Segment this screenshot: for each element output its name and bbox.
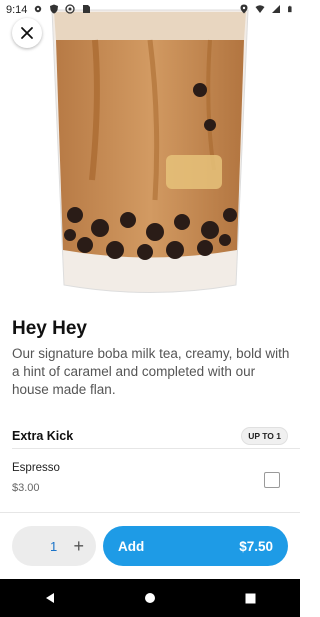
product-title: Hey Hey	[12, 318, 87, 339]
home-button[interactable]	[130, 583, 170, 613]
recents-button[interactable]	[230, 583, 270, 613]
status-bar: 9:14	[0, 0, 300, 20]
quantity-stepper: 1 +	[12, 526, 96, 566]
quantity-value: 1	[50, 538, 58, 554]
vpn-icon	[65, 3, 76, 17]
gear-icon	[33, 4, 43, 17]
add-to-order-button[interactable]: Add $7.50	[103, 526, 288, 566]
boba-milk-tea-image	[51, 9, 249, 293]
shield-icon	[49, 4, 59, 17]
location-icon	[239, 4, 249, 17]
option-item-espresso[interactable]: Espresso $3.00	[12, 462, 288, 502]
option-price: $3.00	[12, 482, 40, 494]
clock: 9:14	[6, 4, 28, 16]
sd-card-icon	[81, 4, 91, 17]
home-icon	[145, 593, 155, 603]
divider	[12, 448, 300, 449]
option-group-label: Extra Kick	[12, 429, 74, 443]
back-button[interactable]	[30, 583, 70, 613]
close-button[interactable]	[12, 18, 42, 48]
battery-icon	[287, 4, 294, 17]
limit-badge: UP TO 1	[241, 427, 288, 445]
recents-icon	[245, 593, 255, 603]
back-icon	[46, 593, 54, 603]
close-icon	[21, 27, 33, 39]
option-name: Espresso	[12, 462, 60, 474]
divider	[0, 512, 300, 513]
signal-icon	[271, 4, 281, 17]
plus-icon[interactable]: +	[73, 537, 84, 555]
add-button-total: $7.50	[239, 538, 273, 554]
product-image	[0, 0, 300, 300]
product-description: Our signature boba milk tea, creamy, bol…	[12, 346, 290, 397]
system-navigation-bar	[0, 579, 300, 617]
option-checkbox[interactable]	[264, 472, 280, 488]
option-group-header: Extra Kick UP TO 1	[12, 427, 288, 445]
add-button-label: Add	[118, 538, 145, 554]
wifi-icon	[255, 4, 265, 17]
